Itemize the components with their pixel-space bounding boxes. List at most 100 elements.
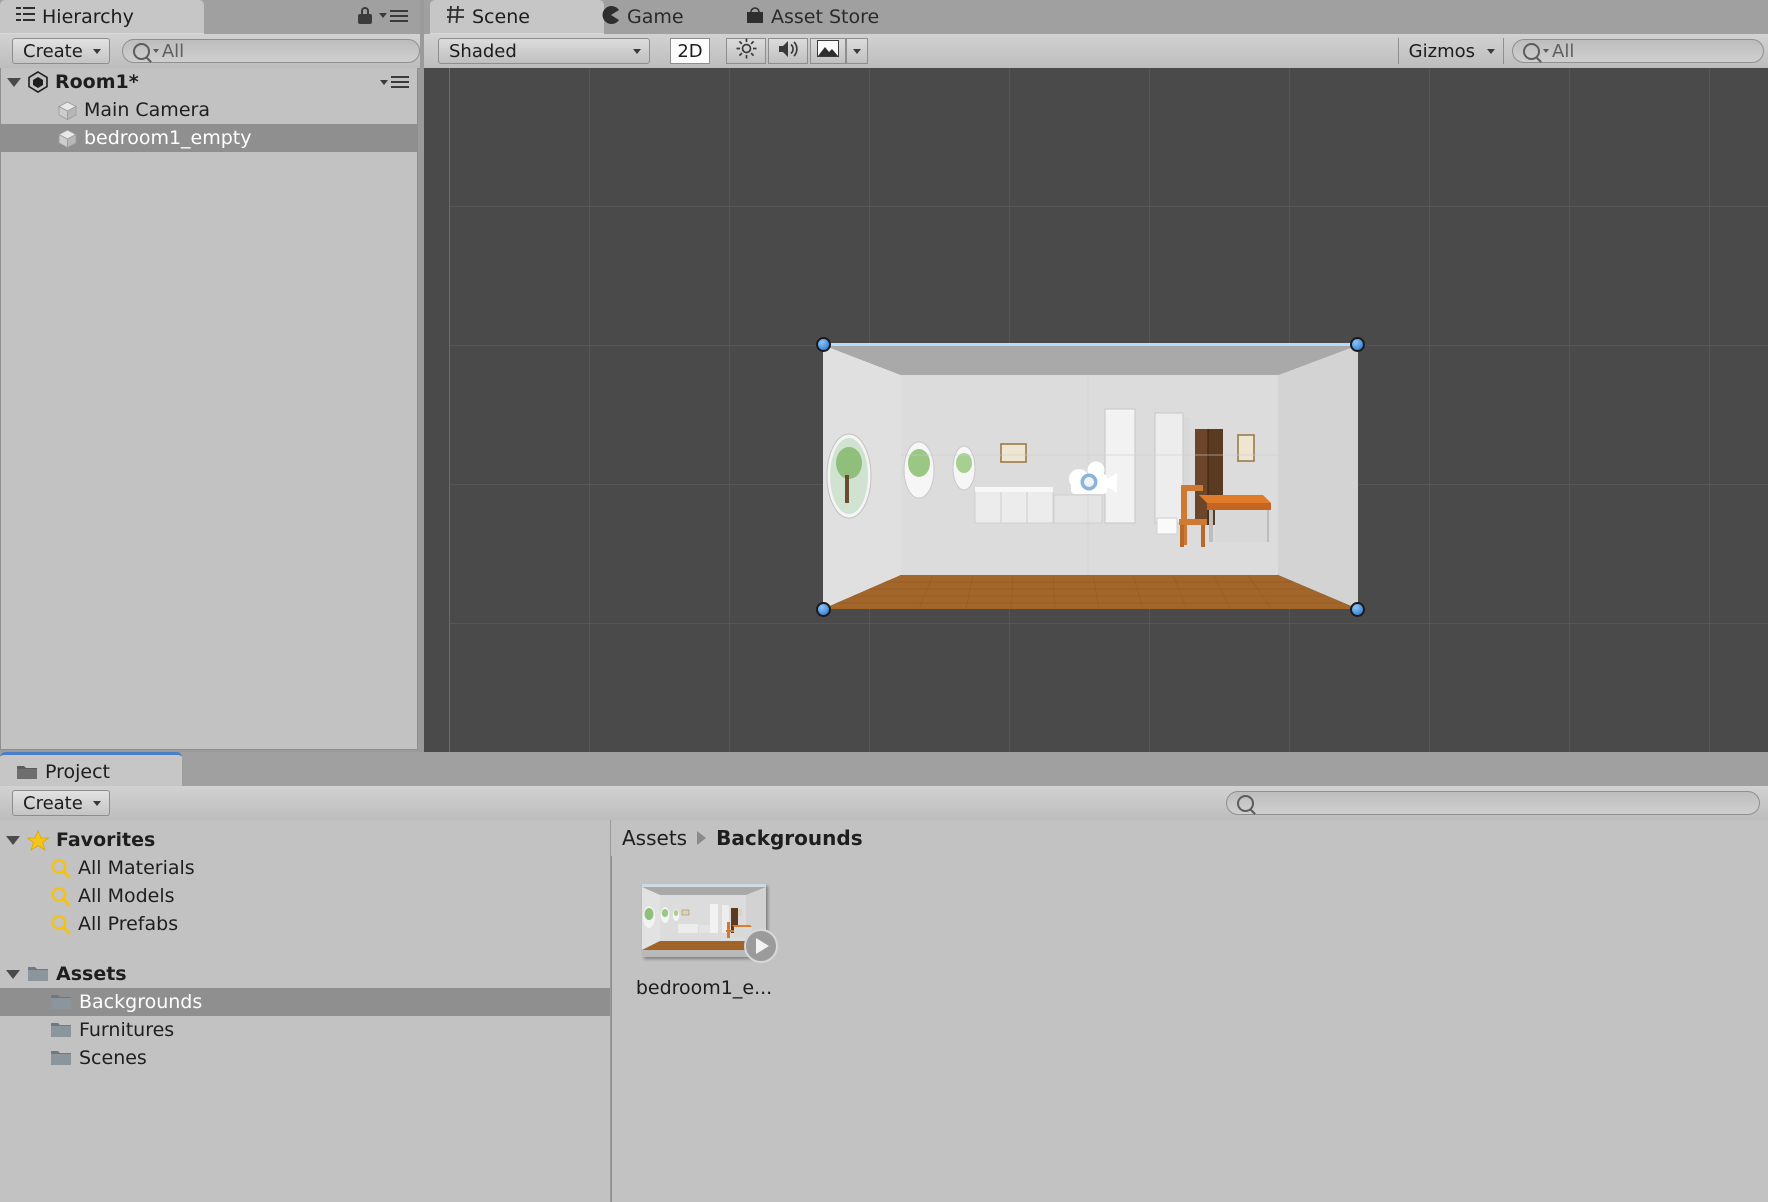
hierarchy-scene-label: Room1* — [55, 71, 139, 93]
chevron-down-icon — [1543, 49, 1549, 53]
chevron-down-icon — [1487, 48, 1495, 54]
hierarchy-panel-controls — [358, 7, 408, 24]
assets-item-label: Scenes — [79, 1047, 147, 1069]
draw-mode-dropdown[interactable]: Shaded — [438, 38, 650, 64]
assets-item-label: Furnitures — [79, 1019, 175, 1041]
gizmos-dropdown[interactable]: Gizmos — [1399, 38, 1503, 64]
chevron-down-icon — [92, 48, 101, 54]
chevron-down-icon[interactable] — [6, 969, 20, 979]
breadcrumb-current[interactable]: Backgrounds — [716, 826, 863, 850]
pacman-icon — [602, 5, 620, 29]
project-tabstrip: Project — [0, 752, 1768, 789]
asset-item-label: bedroom1_e... — [635, 977, 773, 999]
chevron-down-icon[interactable] — [7, 77, 21, 87]
saved-search-icon — [50, 914, 71, 935]
hierarchy-create-button[interactable]: Create — [12, 38, 110, 64]
chevron-down-icon — [152, 49, 159, 53]
tab-asset-store[interactable]: Asset Store — [730, 0, 952, 34]
unity-scene-icon — [27, 71, 49, 93]
main-camera-gizmo[interactable] — [1063, 461, 1121, 508]
tab-asset-store-label: Asset Store — [771, 6, 880, 28]
favorites-item-label: All Prefabs — [78, 913, 179, 935]
gameobject-cube-icon — [57, 128, 78, 149]
project-assets-row[interactable]: Assets — [0, 960, 610, 988]
chevron-right-icon — [697, 831, 707, 845]
project-favorites-label: Favorites — [56, 829, 156, 851]
scene-viewport[interactable] — [424, 68, 1768, 752]
hierarchy-icon — [16, 6, 35, 28]
favorites-item-all-materials[interactable]: All Materials — [0, 854, 610, 882]
panel-menu-icon[interactable] — [379, 9, 408, 22]
draw-mode-label: Shaded — [449, 40, 517, 62]
selection-handle-top-right[interactable] — [1350, 337, 1365, 352]
toggle-2d-button[interactable]: 2D — [670, 38, 710, 64]
project-create-button[interactable]: Create — [12, 790, 110, 816]
scene-effects-toggle[interactable] — [810, 38, 846, 64]
breadcrumb-assets[interactable]: Assets — [622, 826, 687, 850]
project-search-input[interactable] — [1226, 791, 1760, 815]
favorites-item-label: All Models — [78, 885, 175, 907]
folder-icon — [16, 763, 38, 781]
room-model[interactable] — [816, 337, 1365, 617]
project-assets-label: Assets — [56, 963, 127, 985]
tab-hierarchy[interactable]: Hierarchy — [0, 0, 204, 34]
scene-lighting-toggle[interactable] — [726, 38, 766, 64]
hierarchy-item-main-camera[interactable]: Main Camera — [1, 96, 417, 124]
selection-handle-bottom-left[interactable] — [816, 602, 831, 617]
chevron-down-icon[interactable] — [6, 835, 20, 845]
search-icon — [132, 42, 150, 60]
scene-effects-dropdown[interactable] — [846, 38, 868, 64]
asset-grid: bedroom1_e... — [636, 884, 778, 999]
project-favorites-row[interactable]: Favorites — [0, 826, 610, 854]
hierarchy-create-label: Create — [23, 40, 83, 62]
scene-audio-toggle[interactable] — [768, 38, 808, 64]
hierarchy-search-placeholder: All — [161, 40, 185, 62]
assets-item-scenes[interactable]: Scenes — [0, 1044, 610, 1072]
scene-search-input[interactable]: All — [1512, 39, 1764, 63]
tab-game[interactable]: Game — [586, 0, 748, 34]
image-icon — [817, 40, 839, 62]
hierarchy-search-input[interactable]: All — [121, 39, 420, 63]
favorites-item-all-prefabs[interactable]: All Prefabs — [0, 910, 610, 938]
favorites-item-all-models[interactable]: All Models — [0, 882, 610, 910]
grid-icon — [446, 5, 465, 29]
play-icon — [756, 938, 769, 954]
asset-item-bedroom1-empty[interactable]: bedroom1_e... — [636, 884, 778, 999]
star-icon — [26, 829, 50, 851]
tab-game-label: Game — [627, 6, 684, 28]
chevron-down-icon — [633, 48, 641, 54]
lock-icon[interactable] — [358, 7, 372, 24]
assets-item-backgrounds[interactable]: Backgrounds — [0, 988, 610, 1016]
unity-editor-window: Hierarchy Create All Room1* Main Camera … — [0, 0, 1768, 1202]
hierarchy-toolbar: Create All — [0, 34, 420, 69]
hierarchy-item-label: Main Camera — [84, 99, 210, 121]
saved-search-icon — [50, 886, 71, 907]
tab-project[interactable]: Project — [0, 752, 182, 789]
chevron-down-icon — [92, 800, 101, 806]
folder-icon — [50, 1021, 72, 1039]
tab-project-label: Project — [45, 761, 111, 783]
tab-scene-label: Scene — [472, 6, 530, 28]
scene-grid — [449, 68, 1768, 752]
tab-scene[interactable]: Scene — [430, 0, 604, 34]
gameobject-cube-icon — [57, 100, 78, 121]
selection-handle-bottom-right[interactable] — [1350, 602, 1365, 617]
assets-item-furnitures[interactable]: Furnitures — [0, 1016, 610, 1044]
model-play-badge[interactable] — [744, 929, 778, 963]
folder-icon — [50, 1049, 72, 1067]
hierarchy-tabstrip: Hierarchy — [0, 0, 420, 34]
folder-icon — [50, 993, 72, 1011]
project-tree: Favorites All Materials All Models All P… — [0, 820, 610, 1202]
breadcrumb: Assets Backgrounds — [611, 820, 1768, 856]
search-icon — [1523, 42, 1540, 60]
hierarchy-tree: Room1* Main Camera bedroom1_empty — [0, 68, 418, 750]
hierarchy-item-bedroom1-empty[interactable]: bedroom1_empty — [1, 124, 417, 152]
scene-toolbar: Shaded 2D Gizmos All — [424, 34, 1768, 69]
scene-row-menu-icon[interactable] — [380, 76, 409, 88]
selection-handle-top-left[interactable] — [816, 337, 831, 352]
asset-thumbnail[interactable] — [642, 884, 778, 963]
scene-tabstrip: Scene Game Asset Store — [424, 0, 1768, 34]
folder-icon — [27, 965, 49, 983]
store-bag-icon — [746, 6, 764, 29]
hierarchy-scene-row[interactable]: Room1* — [1, 68, 417, 96]
